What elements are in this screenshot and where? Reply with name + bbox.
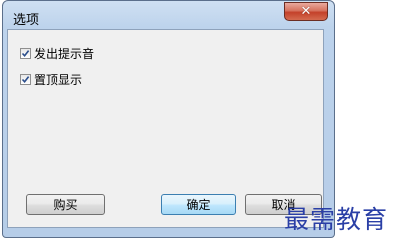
watermark-logo: 最需教育 xyxy=(284,205,389,234)
buy-button[interactable]: 购买 xyxy=(26,194,105,215)
option-always-on-top[interactable]: 置顶显示 xyxy=(20,71,82,88)
dialog-titlebar[interactable]: 选项 ✕ xyxy=(3,1,334,31)
always-on-top-checkbox[interactable] xyxy=(20,74,31,85)
close-icon: ✕ xyxy=(300,4,312,19)
option-beep[interactable]: 发出提示音 xyxy=(20,45,94,62)
checkmark-icon xyxy=(21,50,30,58)
checkmark-icon xyxy=(21,76,30,84)
close-button[interactable]: ✕ xyxy=(284,2,328,21)
beep-label: 发出提示音 xyxy=(34,47,95,61)
dialog-title: 选项 xyxy=(13,13,40,28)
beep-checkbox[interactable] xyxy=(20,48,31,59)
always-on-top-label: 置顶显示 xyxy=(34,73,83,87)
ok-button[interactable]: 确定 xyxy=(161,194,236,215)
